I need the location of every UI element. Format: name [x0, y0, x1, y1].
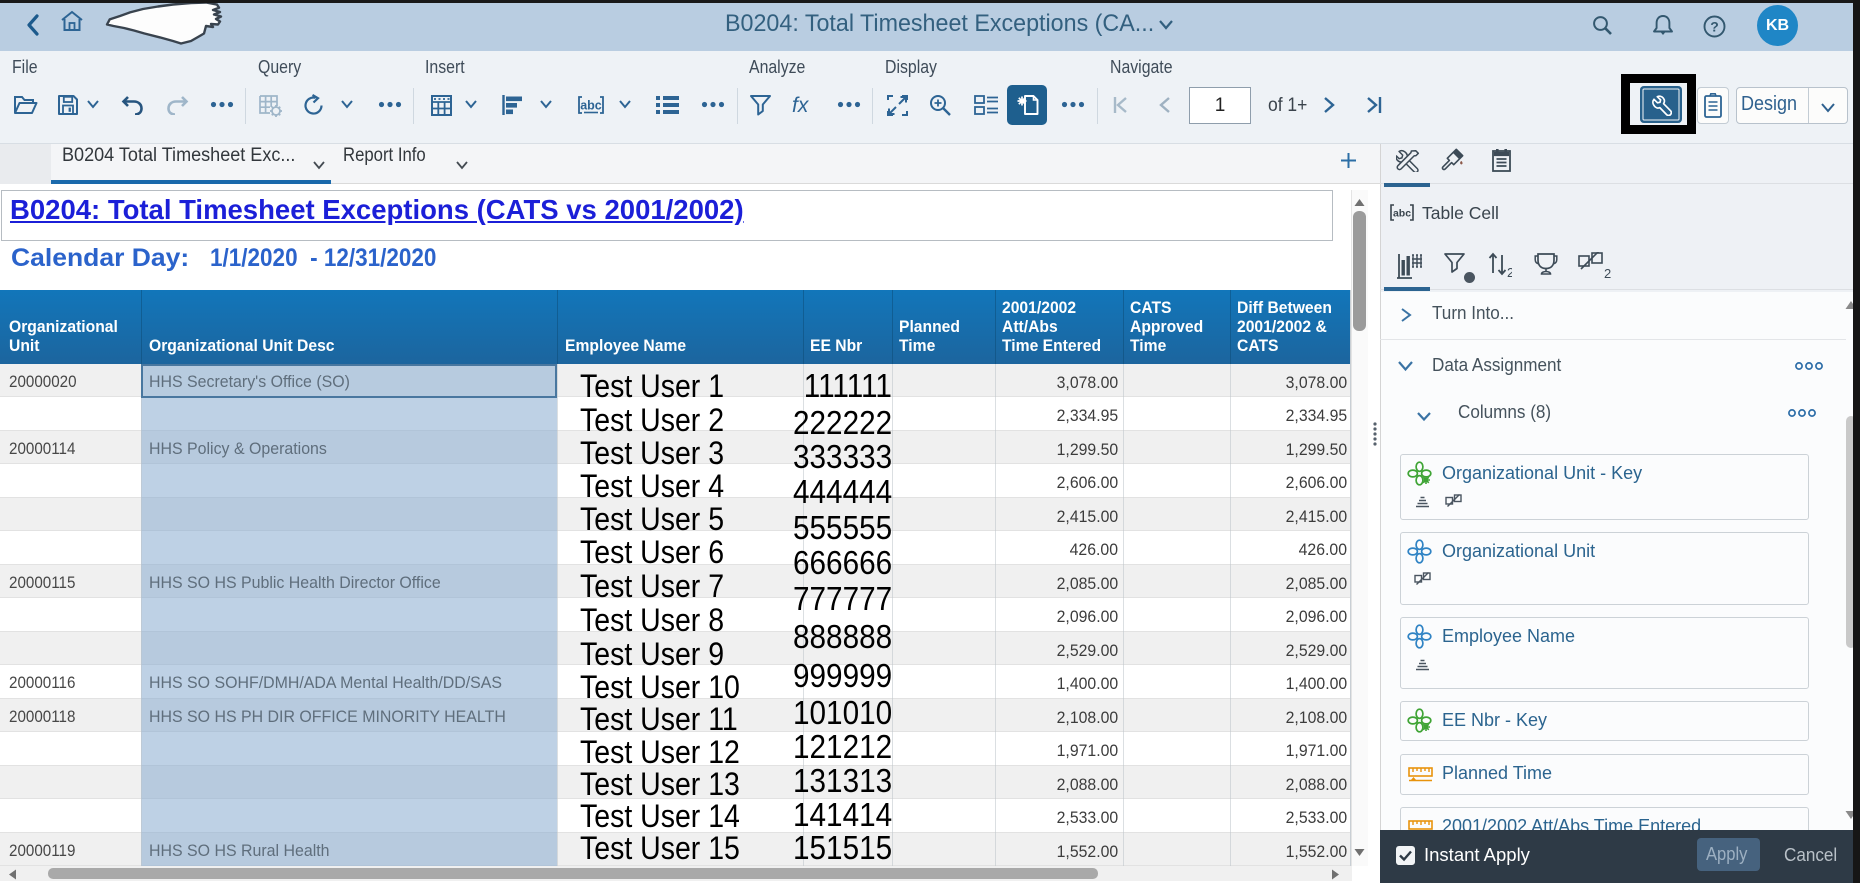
svg-text:abc: abc [580, 99, 602, 113]
svg-text:abc: abc [1393, 208, 1411, 220]
svg-text:2: 2 [1604, 266, 1611, 279]
svg-text:2: 2 [1507, 265, 1512, 277]
svg-text:?: ? [1710, 19, 1719, 35]
